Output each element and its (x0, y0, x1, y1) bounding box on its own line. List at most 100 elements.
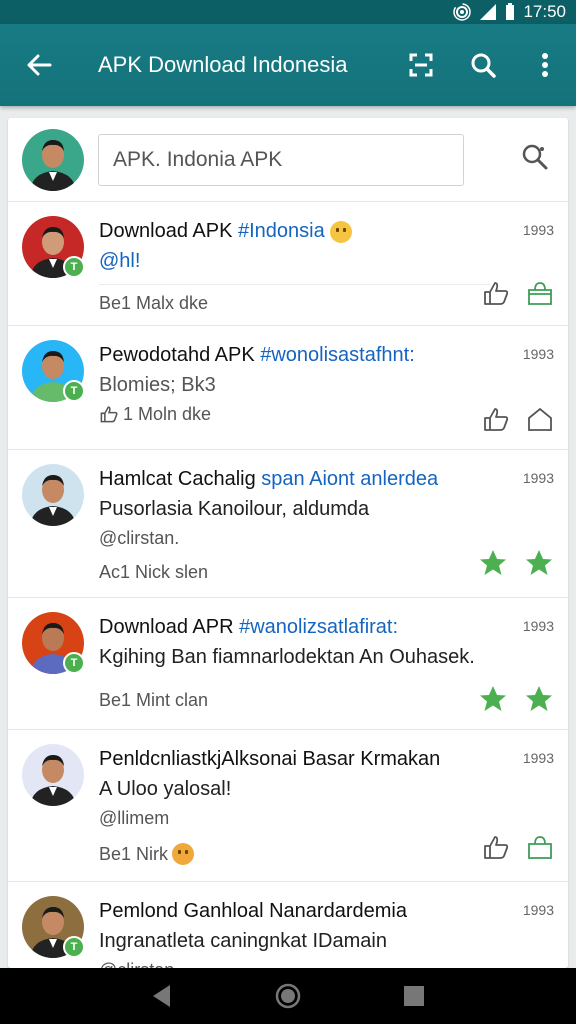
post-time: 1993 (522, 902, 554, 918)
avatar[interactable] (22, 128, 84, 191)
bag-icon[interactable] (526, 834, 554, 860)
post-meta: Be1 Mint clan (99, 690, 209, 710)
back-triangle-icon[interactable] (150, 983, 174, 1009)
post-text: Pusorlasia Kanoilour, aldumda (99, 498, 370, 520)
page-title: APK Download Indonesia (98, 52, 348, 77)
star-icon[interactable] (524, 684, 554, 714)
avatar[interactable] (22, 464, 84, 526)
list-item[interactable]: T Download APR #wanolizsatlafirat: Kgihi… (8, 598, 568, 730)
verified-badge-icon: T (63, 380, 85, 402)
app-bar: APK Download Indonesia (0, 24, 576, 106)
post-title-line: Pewodotahd APK #wonolisastafhnt: (99, 340, 490, 370)
status-time: 17:50 (523, 2, 566, 21)
post-title-line: Download APR #wanolizsatlafirat: (99, 612, 490, 642)
post-body: Pemlond Ganhloal Nanardardemia Ingranatl… (99, 896, 554, 968)
search-button[interactable] (452, 24, 514, 106)
post-time: 1993 (522, 750, 554, 766)
post-actions (478, 684, 554, 714)
post-title: Download APR (99, 616, 240, 638)
post-meta: Be1 Malx dke (99, 293, 209, 313)
verified-badge-icon: T (63, 652, 85, 674)
post-meta: Be1 Nirk (99, 840, 490, 868)
divider (99, 284, 490, 285)
post-title: Pewodotahd APK (99, 344, 261, 366)
scan-button[interactable] (390, 24, 452, 106)
post-hashtag[interactable]: #wonolisastafhnt: (260, 344, 415, 366)
system-nav-bar (0, 968, 576, 1024)
star-icon[interactable] (478, 684, 508, 714)
overflow-menu-button[interactable] (514, 24, 576, 106)
feed-card: APK. Indonia APK T Download APK #Indonsi… (8, 118, 568, 968)
post-actions (478, 548, 554, 578)
post-meta-text: Be1 Nirk (99, 844, 169, 864)
post-title: Download APK (99, 220, 238, 242)
star-icon[interactable] (478, 548, 508, 578)
search-submit-button[interactable] (520, 142, 550, 177)
post-text: Ingranatleta caningnkat IDamain (99, 930, 387, 952)
avatar[interactable]: T (22, 216, 85, 278)
list-item[interactable]: PenldcnliastkjAlksonai Basar Krmakan A U… (8, 730, 568, 882)
list-item[interactable]: T Pemlond Ganhloal Nanardardemia Ingrana… (8, 882, 568, 968)
post-title: Pemlond Ganhloal Nanardardemia (99, 900, 407, 922)
like-icon[interactable] (482, 834, 510, 860)
post-time: 1993 (522, 346, 554, 362)
post-time: 1993 (522, 222, 554, 238)
back-button[interactable] (0, 24, 78, 106)
post-text: Blomies; Bk3 (99, 374, 216, 396)
post-handle[interactable]: @llimem (99, 804, 490, 832)
status-bar: 17:50 (0, 0, 576, 24)
post-meta: Ac1 Nick slen (99, 562, 209, 582)
verified-badge-icon: T (63, 256, 85, 278)
recents-square-icon[interactable] (402, 984, 426, 1008)
post-meta-text: 1 Moln dke (123, 404, 212, 424)
home-circle-icon[interactable] (274, 982, 302, 1010)
arrow-left-icon (27, 54, 52, 76)
avatar[interactable] (22, 744, 84, 806)
hotspot-icon (453, 3, 472, 21)
verified-badge-icon: T (63, 936, 85, 958)
post-time: 1993 (522, 470, 554, 486)
more-vert-icon (542, 53, 548, 77)
post-hashtag[interactable]: #Indonsia (238, 220, 325, 242)
list-item[interactable]: T Download APK #Indonsia @hl! Be1 Malx d… (8, 202, 568, 326)
post-actions (482, 834, 554, 860)
grimace-emoji-icon (172, 843, 195, 865)
post-time: 1993 (522, 618, 554, 634)
like-icon[interactable] (482, 280, 510, 306)
post-title: Hamlcat Cachalig (99, 468, 262, 490)
post-handle[interactable]: @clirstan. (99, 524, 490, 552)
list-item[interactable]: T Pewodotahd APK #wonolisastafhnt: Blomi… (8, 326, 568, 450)
post-actions (482, 280, 554, 306)
battery-icon (506, 3, 515, 20)
avatar[interactable]: T (22, 340, 85, 402)
post-handle[interactable]: @hl! (99, 246, 490, 276)
list-item[interactable]: Hamlcat Cachalig span Aiont anlerdea Pus… (8, 450, 568, 598)
person-avatar-icon (22, 744, 84, 806)
post-hashtag[interactable]: span Aiont anlerdea (261, 468, 438, 490)
bag-icon[interactable] (526, 280, 554, 306)
search-icon (522, 144, 548, 170)
post-actions (482, 406, 554, 432)
avatar[interactable]: T (22, 612, 85, 674)
signal-icon (480, 4, 497, 20)
post-text: Kgihing Ban fiamnarlodektan An Ouhasek. (99, 646, 475, 668)
post-title-line: Download APK #Indonsia (99, 216, 490, 246)
search-icon (471, 53, 496, 78)
search-input[interactable]: APK. Indonia APK (98, 133, 464, 186)
home-icon[interactable] (526, 406, 554, 432)
search-row: APK. Indonia APK (8, 118, 568, 202)
like-icon[interactable] (482, 406, 510, 432)
avatar[interactable]: T (22, 896, 85, 958)
post-meta: 1 Moln dke (99, 400, 490, 428)
person-avatar-icon (22, 464, 84, 526)
person-avatar-icon (22, 128, 84, 191)
post-hashtag[interactable]: #wanolizsatlafirat: (239, 616, 398, 638)
star-icon[interactable] (524, 548, 554, 578)
scan-icon (409, 53, 433, 77)
smile-emoji-icon (330, 220, 353, 243)
like-icon (100, 406, 118, 423)
post-handle[interactable]: @clirstan (99, 956, 490, 968)
post-title: PenldcnliastkjAlksonai Basar Krmakan (99, 748, 441, 770)
post-text: A Uloo yalosal! (99, 778, 232, 800)
post-title-line: Hamlcat Cachalig span Aiont anlerdea (99, 464, 490, 494)
